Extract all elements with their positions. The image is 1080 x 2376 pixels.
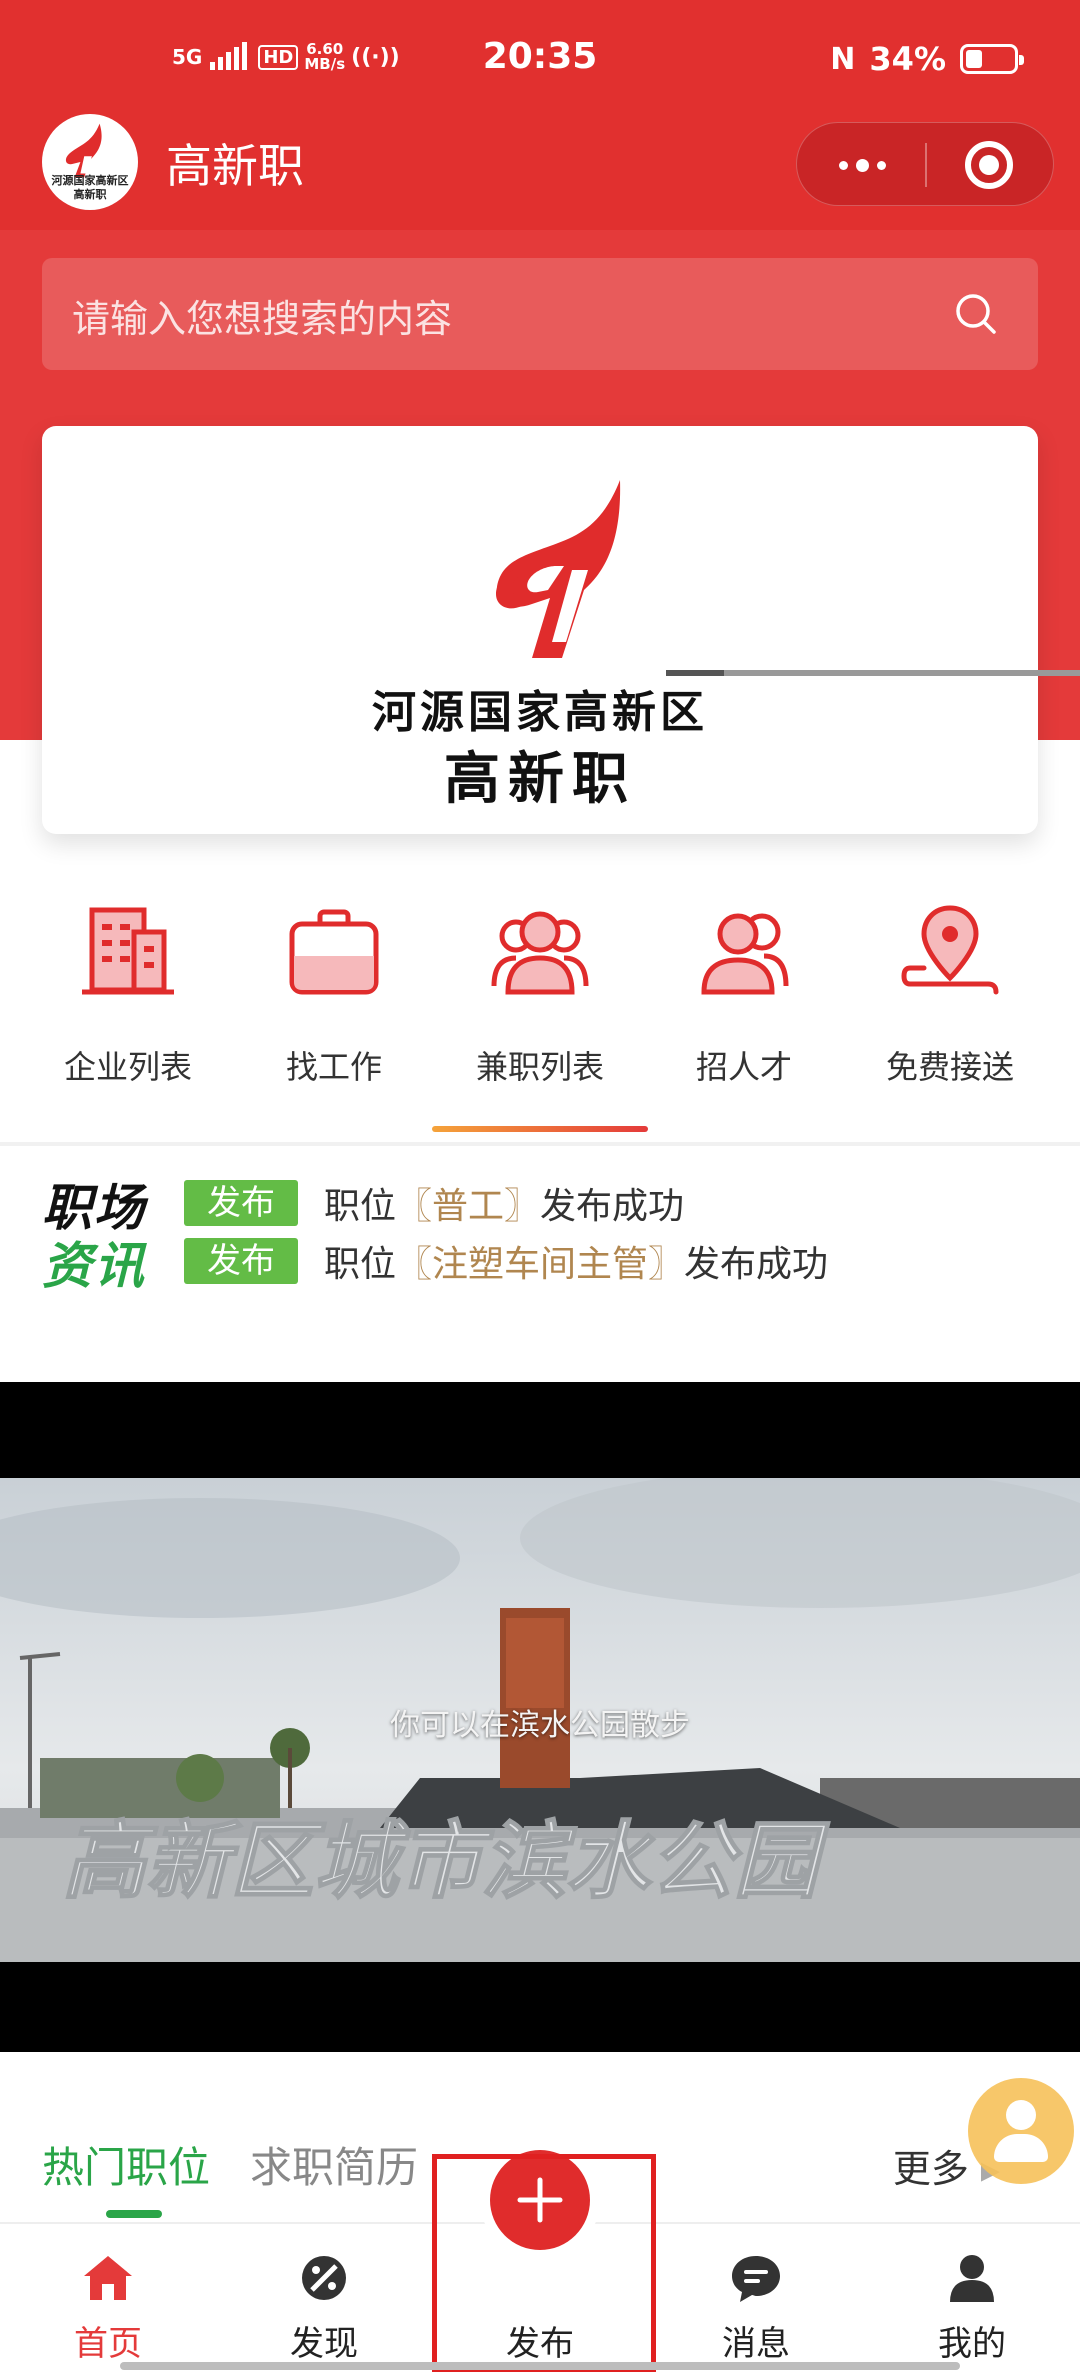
nav-title: 高新职 bbox=[166, 139, 304, 193]
status-bar: 5G HD 6.60 MB/s ((·)) 20:35 N 34% bbox=[0, 36, 1080, 92]
news-badge: 发布 bbox=[184, 1238, 298, 1284]
search-icon[interactable] bbox=[954, 292, 998, 336]
tabbar-item-messages[interactable]: 消息 bbox=[648, 2224, 864, 2376]
tabbar-item-profile[interactable]: 我的 bbox=[864, 2224, 1080, 2376]
high-tech-zone-logo-icon bbox=[496, 480, 621, 658]
video-player[interactable]: 高新区城市滨水公园 你可以在滨水公园散步 bbox=[0, 1382, 1080, 2052]
nfc-icon: N bbox=[830, 41, 856, 77]
news-text: 职位〖普工〗发布成功 bbox=[324, 1177, 684, 1229]
menu-label: 免费接送 bbox=[885, 1048, 1014, 1086]
video-progress-fill bbox=[666, 670, 724, 676]
miniprogram-capsule bbox=[796, 122, 1054, 206]
news-tag-line2: 资讯 bbox=[42, 1237, 146, 1295]
logo-text-1: 河源国家高新区 bbox=[51, 174, 129, 187]
news-item[interactable]: 发布 职位〖普工〗发布成功 bbox=[184, 1178, 684, 1228]
news-prefix: 职位 bbox=[324, 1186, 397, 1227]
video-subtitle: 你可以在滨水公园散步 bbox=[390, 1708, 690, 1743]
video-progress-bar[interactable] bbox=[666, 670, 1080, 676]
avatar-body-icon bbox=[994, 2134, 1048, 2162]
banner-card[interactable]: 河源国家高新区 高新职 bbox=[42, 426, 1038, 834]
menu-active-indicator bbox=[432, 1126, 648, 1132]
discover-icon bbox=[302, 2256, 346, 2300]
building-icon bbox=[82, 907, 174, 995]
news-prefix: 职位 bbox=[324, 1244, 397, 1285]
briefcase-icon bbox=[289, 909, 379, 995]
news-job-title: 〖普工〗 bbox=[396, 1186, 541, 1227]
tabbar-label: 消息 bbox=[722, 2324, 790, 2364]
menu-item-recruit[interactable]: 招人才 bbox=[644, 880, 844, 1100]
floating-customer-service-button[interactable] bbox=[968, 2078, 1074, 2184]
tabbar-item-home[interactable]: 首页 bbox=[0, 2224, 216, 2376]
avatar-head-icon bbox=[1006, 2100, 1036, 2130]
home-icon bbox=[84, 2256, 132, 2300]
quick-menu: 企业列表 找工作 兼职列表 招人才 免费接送 bbox=[0, 880, 1080, 1120]
message-icon bbox=[732, 2256, 780, 2302]
news-badge: 发布 bbox=[184, 1180, 298, 1226]
battery-percent: 34% bbox=[869, 40, 946, 78]
menu-label: 企业列表 bbox=[63, 1048, 192, 1086]
video-frame: 高新区城市滨水公园 你可以在滨水公园散步 bbox=[0, 1478, 1080, 1962]
menu-label: 招人才 bbox=[695, 1048, 792, 1086]
menu-item-find-job[interactable]: 找工作 bbox=[234, 880, 434, 1100]
app-screen: 5G HD 6.60 MB/s ((·)) 20:35 N 34% 河源国家高新… bbox=[0, 0, 1080, 2376]
tab-hot-jobs[interactable]: 热门职位 bbox=[42, 2134, 210, 2195]
menu-label: 兼职列表 bbox=[475, 1048, 604, 1086]
capsule-divider bbox=[925, 143, 927, 187]
location-pin-icon bbox=[901, 905, 999, 995]
home-indicator bbox=[120, 2362, 960, 2370]
menu-item-part-time-list[interactable]: 兼职列表 bbox=[440, 880, 640, 1100]
tabbar-item-discover[interactable]: 发现 bbox=[216, 2224, 432, 2376]
close-miniprogram-button[interactable] bbox=[965, 141, 1013, 189]
banner-subtitle: 高新职 bbox=[444, 747, 636, 812]
park-sign-text: 高新区城市滨水公园 bbox=[62, 1812, 830, 1910]
battery-fill bbox=[966, 50, 982, 68]
news-job-title: 〖注塑车间主管〗 bbox=[396, 1244, 685, 1285]
news-suffix: 发布成功 bbox=[684, 1244, 829, 1285]
tabbar-label: 首页 bbox=[74, 2324, 142, 2364]
battery-icon bbox=[960, 44, 1024, 74]
tab-resumes[interactable]: 求职简历 bbox=[250, 2134, 418, 2195]
menu-label: 找工作 bbox=[285, 1048, 382, 1086]
more-label: 更多 bbox=[892, 2147, 969, 2191]
group-icon bbox=[491, 911, 589, 995]
news-text: 职位〖注塑车间主管〗发布成功 bbox=[324, 1235, 828, 1287]
news-suffix: 发布成功 bbox=[540, 1186, 685, 1227]
menu-item-free-shuttle[interactable]: 免费接送 bbox=[850, 880, 1050, 1100]
tabbar-label: 发现 bbox=[290, 2324, 358, 2364]
profile-icon bbox=[950, 2255, 994, 2302]
news-item[interactable]: 发布 职位〖注塑车间主管〗发布成功 bbox=[184, 1236, 828, 1286]
search-placeholder: 请输入您想搜索的内容 bbox=[72, 297, 453, 341]
search-box[interactable]: 请输入您想搜索的内容 bbox=[42, 258, 1038, 370]
publish-highlight-box bbox=[432, 2154, 656, 2372]
tabbar-label: 我的 bbox=[938, 2324, 1006, 2364]
person-icon bbox=[701, 913, 789, 995]
section-divider bbox=[0, 1142, 1080, 1146]
status-right: N 34% bbox=[830, 40, 1024, 78]
tab-active-indicator bbox=[106, 2210, 162, 2218]
more-options-button[interactable] bbox=[825, 149, 899, 181]
logo-text-2: 高新职 bbox=[73, 188, 107, 201]
menu-item-company-list[interactable]: 企业列表 bbox=[28, 880, 228, 1100]
banner-title: 河源国家高新区 bbox=[372, 687, 708, 738]
app-logo: 河源国家高新区 高新职 bbox=[42, 114, 138, 210]
